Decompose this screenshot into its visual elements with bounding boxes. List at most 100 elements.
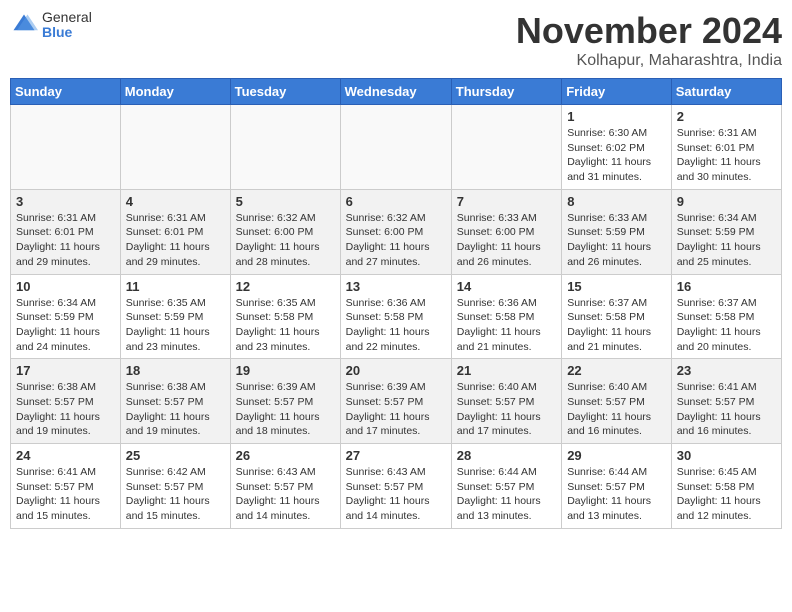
day-cell: 20 Sunrise: 6:39 AM Sunset: 5:57 PM Dayli… — [340, 359, 451, 444]
day-number: 27 — [346, 448, 446, 463]
day-info: Sunrise: 6:32 AM Sunset: 6:00 PM Dayligh… — [346, 211, 446, 270]
day-number: 25 — [126, 448, 225, 463]
day-number: 10 — [16, 279, 115, 294]
day-cell: 27 Sunrise: 6:43 AM Sunset: 5:57 PM Dayli… — [340, 444, 451, 529]
day-info: Sunrise: 6:31 AM Sunset: 6:01 PM Dayligh… — [677, 126, 776, 185]
day-info: Sunrise: 6:44 AM Sunset: 5:57 PM Dayligh… — [457, 465, 556, 524]
day-info: Sunrise: 6:38 AM Sunset: 5:57 PM Dayligh… — [16, 380, 115, 439]
week-row-2: 3 Sunrise: 6:31 AM Sunset: 6:01 PM Daylig… — [11, 189, 782, 274]
weekday-tuesday: Tuesday — [230, 79, 340, 105]
day-number: 26 — [236, 448, 335, 463]
day-cell: 16 Sunrise: 6:37 AM Sunset: 5:58 PM Dayli… — [671, 274, 781, 359]
week-row-4: 17 Sunrise: 6:38 AM Sunset: 5:57 PM Dayli… — [11, 359, 782, 444]
day-info: Sunrise: 6:43 AM Sunset: 5:57 PM Dayligh… — [346, 465, 446, 524]
day-number: 30 — [677, 448, 776, 463]
week-row-3: 10 Sunrise: 6:34 AM Sunset: 5:59 PM Dayli… — [11, 274, 782, 359]
weekday-thursday: Thursday — [451, 79, 561, 105]
day-info: Sunrise: 6:40 AM Sunset: 5:57 PM Dayligh… — [457, 380, 556, 439]
day-number: 3 — [16, 194, 115, 209]
day-number: 16 — [677, 279, 776, 294]
day-number: 9 — [677, 194, 776, 209]
day-number: 1 — [567, 109, 666, 124]
day-cell: 19Sunrise: 6:39 AM Sunset: 5:57 PM Dayli… — [230, 359, 340, 444]
day-cell: 30 Sunrise: 6:45 AM Sunset: 5:58 PM Dayli… — [671, 444, 781, 529]
day-number: 2 — [677, 109, 776, 124]
day-cell: 2 Sunrise: 6:31 AM Sunset: 6:01 PM Daylig… — [671, 105, 781, 190]
day-info: Sunrise: 6:37 AM Sunset: 5:58 PM Dayligh… — [677, 296, 776, 355]
day-cell: 12 Sunrise: 6:35 AM Sunset: 5:58 PM Dayli… — [230, 274, 340, 359]
logo-blue-text: Blue — [42, 25, 92, 40]
day-number: 28 — [457, 448, 556, 463]
day-info: Sunrise: 6:41 AM Sunset: 5:57 PM Dayligh… — [677, 380, 776, 439]
day-cell: 11 Sunrise: 6:35 AM Sunset: 5:59 PM Dayli… — [120, 274, 230, 359]
weekday-wednesday: Wednesday — [340, 79, 451, 105]
logo-general-text: General — [42, 10, 92, 25]
day-number: 15 — [567, 279, 666, 294]
day-cell: 10 Sunrise: 6:34 AM Sunset: 5:59 PM Dayli… — [11, 274, 121, 359]
day-info: Sunrise: 6:33 AM Sunset: 5:59 PM Dayligh… — [567, 211, 666, 270]
day-info: Sunrise: 6:34 AM Sunset: 5:59 PM Dayligh… — [677, 211, 776, 270]
day-info: Sunrise: 6:32 AM Sunset: 6:00 PM Dayligh… — [236, 211, 335, 270]
day-info: Sunrise: 6:30 AM Sunset: 6:02 PM Dayligh… — [567, 126, 666, 185]
logo: General Blue — [10, 10, 92, 41]
day-number: 20 — [346, 363, 446, 378]
day-number: 13 — [346, 279, 446, 294]
day-info: Sunrise: 6:35 AM Sunset: 5:58 PM Dayligh… — [236, 296, 335, 355]
day-info: Sunrise: 6:38 AM Sunset: 5:57 PM Dayligh… — [126, 380, 225, 439]
day-number: 7 — [457, 194, 556, 209]
day-number: 23 — [677, 363, 776, 378]
day-number: 18 — [126, 363, 225, 378]
day-info: Sunrise: 6:40 AM Sunset: 5:57 PM Dayligh… — [567, 380, 666, 439]
calendar-table: SundayMondayTuesdayWednesdayThursdayFrid… — [10, 78, 782, 529]
weekday-header-row: SundayMondayTuesdayWednesdayThursdayFrid… — [11, 79, 782, 105]
page-header: General Blue November 2024 Kolhapur, Mah… — [10, 10, 782, 70]
day-number: 12 — [236, 279, 335, 294]
week-row-5: 24 Sunrise: 6:41 AM Sunset: 5:57 PM Dayli… — [11, 444, 782, 529]
day-info: Sunrise: 6:37 AM Sunset: 5:58 PM Dayligh… — [567, 296, 666, 355]
day-info: Sunrise: 6:36 AM Sunset: 5:58 PM Dayligh… — [457, 296, 556, 355]
day-cell: 24 Sunrise: 6:41 AM Sunset: 5:57 PM Dayli… — [11, 444, 121, 529]
day-number: 14 — [457, 279, 556, 294]
month-title: November 2024 — [516, 10, 782, 52]
day-info: Sunrise: 6:42 AM Sunset: 5:57 PM Dayligh… — [126, 465, 225, 524]
day-cell: 17 Sunrise: 6:38 AM Sunset: 5:57 PM Dayli… — [11, 359, 121, 444]
weekday-sunday: Sunday — [11, 79, 121, 105]
day-info: Sunrise: 6:45 AM Sunset: 5:58 PM Dayligh… — [677, 465, 776, 524]
day-info: Sunrise: 6:41 AM Sunset: 5:57 PM Dayligh… — [16, 465, 115, 524]
title-area: November 2024 Kolhapur, Maharashtra, Ind… — [516, 10, 782, 70]
day-cell — [340, 105, 451, 190]
day-cell: 5Sunrise: 6:32 AM Sunset: 6:00 PM Daylig… — [230, 189, 340, 274]
weekday-monday: Monday — [120, 79, 230, 105]
day-info: Sunrise: 6:31 AM Sunset: 6:01 PM Dayligh… — [16, 211, 115, 270]
day-info: Sunrise: 6:35 AM Sunset: 5:59 PM Dayligh… — [126, 296, 225, 355]
day-number: 8 — [567, 194, 666, 209]
day-info: Sunrise: 6:39 AM Sunset: 5:57 PM Dayligh… — [346, 380, 446, 439]
day-cell: 25 Sunrise: 6:42 AM Sunset: 5:57 PM Dayli… — [120, 444, 230, 529]
day-info: Sunrise: 6:33 AM Sunset: 6:00 PM Dayligh… — [457, 211, 556, 270]
day-number: 24 — [16, 448, 115, 463]
day-info: Sunrise: 6:44 AM Sunset: 5:57 PM Dayligh… — [567, 465, 666, 524]
day-cell: 22 Sunrise: 6:40 AM Sunset: 5:57 PM Dayli… — [562, 359, 672, 444]
day-cell: 3 Sunrise: 6:31 AM Sunset: 6:01 PM Daylig… — [11, 189, 121, 274]
day-number: 4 — [126, 194, 225, 209]
day-number: 19 — [236, 363, 335, 378]
day-number: 22 — [567, 363, 666, 378]
day-number: 11 — [126, 279, 225, 294]
location-text: Kolhapur, Maharashtra, India — [516, 52, 782, 70]
day-cell — [451, 105, 561, 190]
day-cell — [11, 105, 121, 190]
day-cell: 26Sunrise: 6:43 AM Sunset: 5:57 PM Dayli… — [230, 444, 340, 529]
day-cell: 28 Sunrise: 6:44 AM Sunset: 5:57 PM Dayli… — [451, 444, 561, 529]
day-number: 21 — [457, 363, 556, 378]
day-cell: 8 Sunrise: 6:33 AM Sunset: 5:59 PM Daylig… — [562, 189, 672, 274]
day-cell: 13Sunrise: 6:36 AM Sunset: 5:58 PM Dayli… — [340, 274, 451, 359]
day-cell: 29Sunrise: 6:44 AM Sunset: 5:57 PM Dayli… — [562, 444, 672, 529]
day-cell: 21 Sunrise: 6:40 AM Sunset: 5:57 PM Dayli… — [451, 359, 561, 444]
day-number: 17 — [16, 363, 115, 378]
weekday-friday: Friday — [562, 79, 672, 105]
day-cell — [230, 105, 340, 190]
day-info: Sunrise: 6:34 AM Sunset: 5:59 PM Dayligh… — [16, 296, 115, 355]
week-row-1: 1 Sunrise: 6:30 AM Sunset: 6:02 PM Daylig… — [11, 105, 782, 190]
calendar-body: 1 Sunrise: 6:30 AM Sunset: 6:02 PM Daylig… — [11, 105, 782, 529]
day-cell: 6Sunrise: 6:32 AM Sunset: 6:00 PM Daylig… — [340, 189, 451, 274]
